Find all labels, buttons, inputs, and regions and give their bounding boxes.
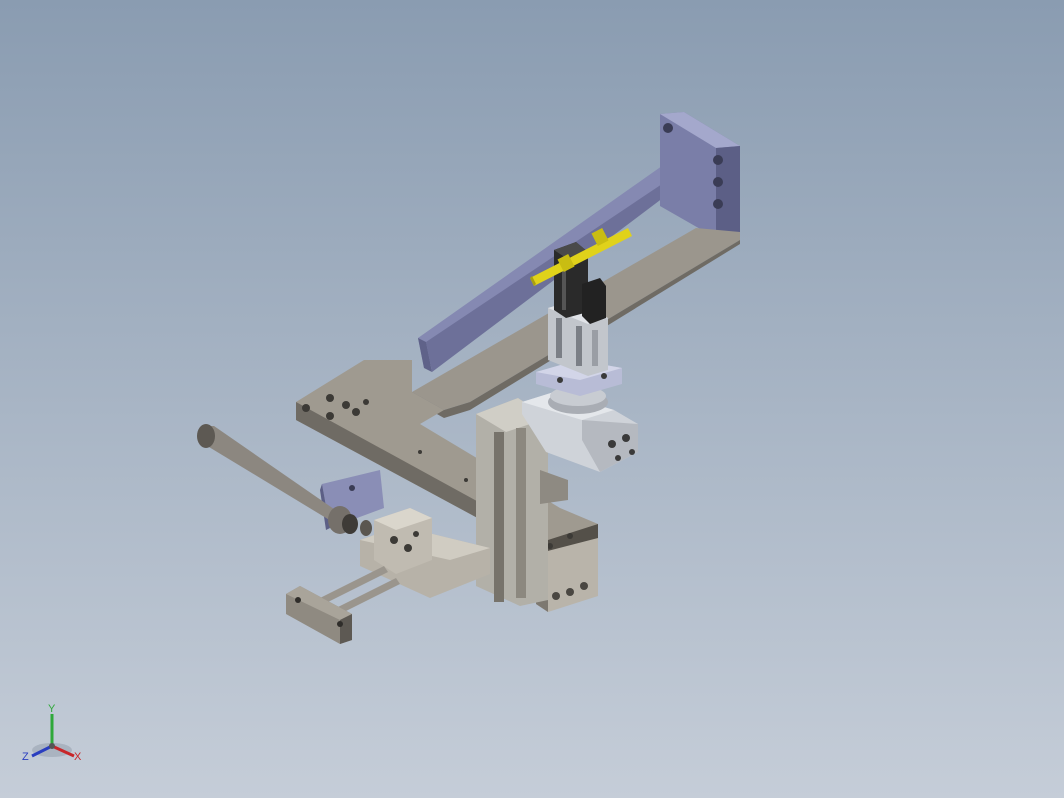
axis-triad[interactable]: Y X Z [18, 700, 88, 770]
z-axis-label: Z [22, 751, 29, 763]
x-axis-label: X [74, 751, 82, 763]
graphics-viewport[interactable]: Y X Z [0, 0, 1064, 798]
y-axis-label: Y [48, 703, 56, 715]
rear-mounting-plate[interactable] [660, 112, 740, 238]
cad-assembly-model[interactable] [0, 0, 1064, 798]
lower-slide-block[interactable] [360, 508, 490, 598]
